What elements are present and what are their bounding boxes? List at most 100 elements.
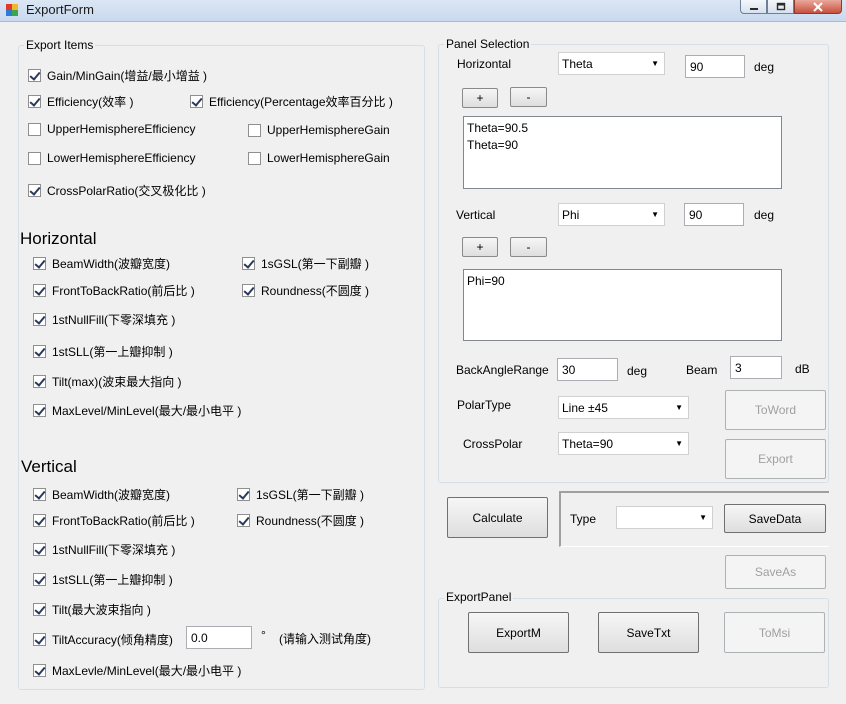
saveas-button[interactable]: SaveAs [725, 555, 826, 589]
minimize-button[interactable] [740, 0, 767, 14]
v-null-fill-checkbox-box[interactable] [33, 543, 46, 556]
checkbox-v-null-fill[interactable]: 1stNullFill(下零深填充 ) [33, 541, 175, 558]
exportm-button[interactable]: ExportM [468, 612, 569, 653]
checkbox-h-tilt[interactable]: Tilt(max)(波束最大指向 ) [33, 373, 182, 390]
list-item[interactable]: Phi=90 [467, 273, 778, 290]
h-front-to-back-label: FrontToBackRatio(前后比 ) [52, 284, 195, 298]
lower-hemisphere-gain-checkbox-box[interactable] [248, 151, 261, 165]
checkbox-efficiency-percentage[interactable]: Efficiency(Percentage效率百分比 ) [190, 93, 393, 110]
checkbox-v-1sgsl[interactable]: 1sGSL(第一下副瓣 ) [237, 486, 364, 503]
v-tilt-accuracy-checkbox-box[interactable] [33, 633, 46, 646]
savetxt-button[interactable]: SaveTxt [598, 612, 699, 653]
h-1sgsl-checkbox-box[interactable] [242, 257, 255, 270]
h-roundness-checkbox-box[interactable] [242, 284, 255, 297]
toword-button[interactable]: ToWord [725, 390, 826, 430]
checkbox-v-max-level[interactable]: MaxLevle/MinLevel(最大/最小电平 ) [33, 662, 241, 679]
h-beamwidth-label: BeamWidth(波瓣宽度) [52, 257, 171, 271]
checkbox-v-sll[interactable]: 1stSLL(第一上瓣抑制 ) [33, 571, 173, 588]
h-sll-checkbox-box[interactable] [33, 345, 46, 358]
lower-hemisphere-efficiency-checkbox-box[interactable] [28, 151, 41, 165]
title-bar: ExportForm [0, 0, 846, 22]
checkbox-h-front-to-back[interactable]: FrontToBackRatio(前后比 ) [33, 282, 195, 299]
cross-polar-combo[interactable]: Theta=90 ▼ [558, 432, 689, 455]
type-combo[interactable]: ▼ [616, 506, 713, 529]
h-max-level-checkbox-box[interactable] [33, 404, 46, 417]
h-null-fill-checkbox-box[interactable] [33, 313, 46, 326]
dropdown-arrow-icon: ▼ [675, 439, 683, 448]
list-item[interactable]: Theta=90.5 [467, 120, 778, 137]
vertical-angle-unit: deg [754, 208, 775, 222]
v-max-level-checkbox-box[interactable] [33, 664, 46, 677]
export-items-label: Export Items [24, 38, 96, 52]
horizontal-remove-button[interactable]: - [510, 87, 547, 107]
checkbox-h-roundness[interactable]: Roundness(不圆度 ) [242, 282, 369, 299]
v-roundness-checkbox-box[interactable] [237, 514, 250, 527]
v-max-level-label: MaxLevle/MinLevel(最大/最小电平 ) [52, 664, 242, 678]
gain-checkbox-box[interactable] [28, 69, 41, 82]
checkbox-v-roundness[interactable]: Roundness(不圆度 ) [237, 512, 364, 529]
v-1sgsl-checkbox-box[interactable] [237, 488, 250, 501]
upper-hemisphere-efficiency-checkbox-box[interactable] [28, 122, 41, 136]
vertical-axis-combo[interactable]: Phi ▼ [558, 203, 665, 226]
tomsi-button[interactable]: ToMsi [724, 612, 825, 653]
checkbox-efficiency[interactable]: Efficiency(效率 ) [28, 93, 133, 110]
horizontal-list[interactable]: Theta=90.5 Theta=90 [463, 116, 782, 189]
checkbox-lower-hemisphere-gain[interactable]: LowerHemisphereGain [248, 151, 390, 165]
checkbox-h-null-fill[interactable]: 1stNullFill(下零深填充 ) [33, 311, 175, 328]
v-front-to-back-checkbox-box[interactable] [33, 514, 46, 527]
horizontal-angle-unit: deg [754, 60, 775, 74]
window-title: ExportForm [26, 2, 94, 17]
h-max-level-label: MaxLevel/MinLevel(最大/最小电平 ) [52, 404, 242, 418]
list-item[interactable]: Theta=90 [467, 137, 778, 154]
checkbox-upper-hemisphere-gain[interactable]: UpperHemisphereGain [248, 123, 390, 137]
checkbox-h-max-level[interactable]: MaxLevel/MinLevel(最大/最小电平 ) [33, 402, 241, 419]
export-items-group [18, 45, 425, 690]
calculate-button[interactable]: Calculate [447, 497, 548, 538]
checkbox-lower-hemisphere-efficiency[interactable]: LowerHemisphereEfficiency [28, 151, 196, 165]
h-front-to-back-checkbox-box[interactable] [33, 284, 46, 297]
tilt-accuracy-unit: ° [261, 628, 266, 642]
upper-hemisphere-gain-checkbox-box[interactable] [248, 123, 261, 137]
checkbox-v-tilt-accuracy[interactable]: TiltAccuracy(倾角精度) [33, 631, 173, 648]
v-null-fill-label: 1stNullFill(下零深填充 ) [52, 543, 176, 557]
v-beamwidth-checkbox-box[interactable] [33, 488, 46, 501]
v-sll-label: 1stSLL(第一上瓣抑制 ) [52, 573, 173, 587]
cross-polar-ratio-checkbox-box[interactable] [28, 184, 41, 197]
efficiency-percentage-checkbox-box[interactable] [190, 95, 203, 108]
efficiency-checkbox-box[interactable] [28, 95, 41, 108]
maximize-button[interactable] [767, 0, 794, 14]
tilt-accuracy-input[interactable] [186, 626, 252, 649]
checkbox-h-sll[interactable]: 1stSLL(第一上瓣抑制 ) [33, 343, 173, 360]
vertical-add-button[interactable]: + [462, 237, 498, 257]
checkbox-h-beamwidth[interactable]: BeamWidth(波瓣宽度) [33, 255, 170, 272]
polar-type-combo[interactable]: Line ±45 ▼ [558, 396, 689, 419]
checkbox-v-front-to-back[interactable]: FrontToBackRatio(前后比 ) [33, 512, 195, 529]
checkbox-v-beamwidth[interactable]: BeamWidth(波瓣宽度) [33, 486, 170, 503]
horizontal-axis-combo[interactable]: Theta ▼ [558, 52, 665, 75]
checkbox-cross-polar-ratio[interactable]: CrossPolarRatio(交叉极化比 ) [28, 182, 206, 199]
vertical-list[interactable]: Phi=90 [463, 269, 782, 341]
h-tilt-checkbox-box[interactable] [33, 375, 46, 388]
v-tilt-checkbox-box[interactable] [33, 603, 46, 616]
h-beamwidth-checkbox-box[interactable] [33, 257, 46, 270]
beam-input[interactable] [730, 356, 782, 379]
close-icon [813, 1, 823, 12]
v-beamwidth-label: BeamWidth(波瓣宽度) [52, 488, 171, 502]
tilt-accuracy-hint: (请输入测试角度) [279, 632, 371, 646]
horizontal-add-button[interactable]: + [462, 88, 498, 108]
vertical-remove-button[interactable]: - [510, 237, 547, 257]
beam-label: Beam [686, 363, 718, 377]
checkbox-h-1sgsl[interactable]: 1sGSL(第一下副瓣 ) [242, 255, 369, 272]
vertical-angle-input[interactable] [684, 203, 744, 226]
v-sll-checkbox-box[interactable] [33, 573, 46, 586]
checkbox-upper-hemisphere-efficiency[interactable]: UpperHemisphereEfficiency [28, 122, 196, 136]
checkbox-v-tilt[interactable]: Tilt(最大波束指向 ) [33, 601, 151, 618]
type-label: Type [570, 512, 597, 526]
checkbox-gain[interactable]: Gain/MinGain(增益/最小增益 ) [28, 67, 207, 84]
horizontal-angle-input[interactable] [685, 55, 745, 78]
savedata-button[interactable]: SaveData [724, 504, 826, 533]
h-1sgsl-label: 1sGSL(第一下副瓣 ) [261, 257, 370, 271]
back-angle-range-input[interactable] [557, 358, 618, 381]
export-button[interactable]: Export [725, 439, 826, 479]
close-button[interactable] [794, 0, 842, 14]
